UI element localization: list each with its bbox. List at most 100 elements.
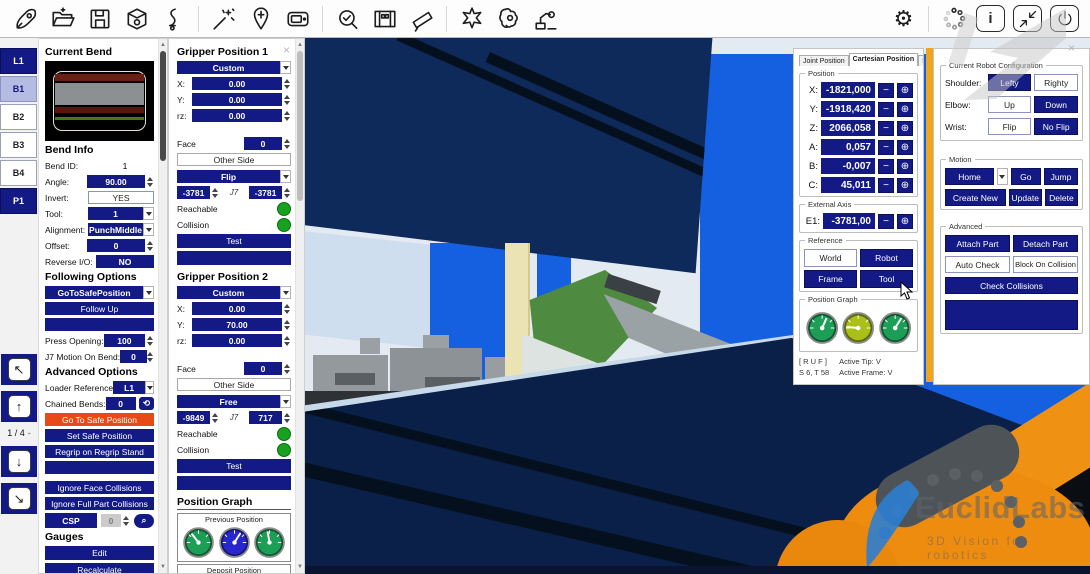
auto-check-button[interactable]: Auto Check bbox=[945, 256, 1010, 273]
gripper1-j7-min-field[interactable]: -3781 bbox=[177, 186, 210, 199]
reference-tool-button[interactable]: Tool bbox=[860, 270, 913, 288]
gripper2-face-field[interactable]: 0 bbox=[244, 362, 282, 375]
gripper1-face-field[interactable]: 0 bbox=[244, 137, 282, 150]
gauges-edit-button[interactable]: Edit bbox=[45, 546, 154, 560]
offset-field[interactable]: 0 bbox=[87, 239, 145, 252]
spinner-icon[interactable] bbox=[147, 350, 154, 363]
dropdown-arrow-icon[interactable] bbox=[280, 395, 291, 408]
tab-joint-position[interactable]: Joint Position bbox=[799, 55, 849, 66]
wrist-noflip-button[interactable]: No Flip bbox=[1034, 118, 1078, 135]
minus-icon[interactable]: − bbox=[878, 102, 894, 117]
nav-next-button[interactable]: ↓ bbox=[1, 446, 37, 477]
home-select[interactable]: Home bbox=[945, 168, 994, 185]
b-value-field[interactable]: -0,007 bbox=[821, 158, 875, 174]
unlabeled-button[interactable] bbox=[177, 251, 291, 265]
shoulder-lefty-button[interactable]: Lefty bbox=[988, 74, 1032, 91]
gripper1-x-field[interactable]: 0.00 bbox=[192, 77, 282, 90]
spinner-icon[interactable] bbox=[282, 93, 291, 106]
ignore-face-collisions-button[interactable]: Ignore Face Collisions bbox=[45, 481, 154, 494]
film-strip-icon[interactable] bbox=[367, 3, 402, 35]
minus-icon[interactable]: − bbox=[878, 121, 894, 136]
e1-value-field[interactable]: -3781,00 bbox=[823, 213, 875, 229]
tab-cartesian-position[interactable]: Cartesian Position bbox=[849, 53, 918, 66]
spinner-icon[interactable] bbox=[282, 411, 291, 424]
plus-icon[interactable]: ⊕ bbox=[897, 102, 913, 117]
z-value-field[interactable]: 2066,058 bbox=[821, 120, 875, 136]
delete-button[interactable]: Delete bbox=[1045, 189, 1078, 206]
gripper2-other-side-button[interactable]: Other Side bbox=[177, 378, 291, 391]
inspect-check-icon[interactable] bbox=[330, 3, 365, 35]
magnifier-icon[interactable]: ⌕ bbox=[134, 514, 154, 528]
spinner-icon[interactable] bbox=[282, 186, 291, 199]
magic-wand-icon[interactable] bbox=[206, 3, 241, 35]
create-new-button[interactable]: Create New bbox=[945, 189, 1006, 206]
plus-icon[interactable]: ⊕ bbox=[897, 159, 913, 174]
star-icon[interactable] bbox=[454, 3, 489, 35]
regrip-button[interactable]: Regrip on Regrip Stand bbox=[45, 445, 154, 458]
dropdown-arrow-icon[interactable] bbox=[145, 381, 154, 394]
close-icon[interactable]: × bbox=[283, 44, 290, 56]
plus-icon[interactable]: ⊕ bbox=[897, 83, 913, 98]
spinner-icon[interactable] bbox=[145, 334, 154, 347]
spinner-icon[interactable] bbox=[210, 411, 219, 424]
angle-field[interactable]: 90.00 bbox=[87, 175, 145, 188]
shoulder-righty-button[interactable]: Righty bbox=[1034, 74, 1078, 91]
power-icon[interactable] bbox=[1050, 5, 1079, 32]
dropdown-arrow-icon[interactable] bbox=[143, 207, 154, 220]
gripper1-y-field[interactable]: 0.00 bbox=[192, 93, 282, 106]
gripper2-free-select[interactable]: Free bbox=[177, 395, 280, 408]
x-value-field[interactable]: -1821,000 bbox=[821, 82, 875, 98]
spinner-icon[interactable] bbox=[145, 239, 154, 252]
a-value-field[interactable]: 0,057 bbox=[821, 139, 875, 155]
spinner-icon[interactable] bbox=[282, 137, 291, 150]
gripper2-mode-select[interactable]: Custom bbox=[177, 286, 280, 299]
unlabeled-button[interactable] bbox=[45, 461, 154, 474]
attach-part-button[interactable]: Attach Part bbox=[945, 235, 1010, 252]
csp-button[interactable]: CSP bbox=[45, 513, 97, 528]
gripper1-flip-select[interactable]: Flip bbox=[177, 170, 280, 183]
sidebar-tab-l1[interactable]: L1 bbox=[0, 48, 37, 74]
tool-select[interactable]: 1 bbox=[88, 207, 143, 220]
y-value-field[interactable]: -1918,420 bbox=[821, 101, 875, 117]
ai-brain-icon[interactable] bbox=[491, 3, 526, 35]
spinner-icon[interactable] bbox=[282, 334, 291, 347]
jump-button[interactable]: Jump bbox=[1044, 168, 1078, 185]
settings-gear-icon[interactable]: ⚙ bbox=[886, 3, 921, 35]
block-on-collision-button[interactable]: Block On Collision bbox=[1013, 256, 1078, 273]
sidebar-tab-b1[interactable]: B1 bbox=[0, 76, 37, 102]
invert-field[interactable]: YES bbox=[88, 191, 154, 204]
dropdown-arrow-icon[interactable] bbox=[280, 286, 291, 299]
ignore-full-part-collisions-button[interactable]: Ignore Full Part Collisions bbox=[45, 497, 154, 510]
plus-icon[interactable]: ⊕ bbox=[897, 214, 913, 229]
gripper1-mode-select[interactable]: Custom bbox=[177, 61, 280, 74]
location-pin-icon[interactable] bbox=[243, 3, 278, 35]
spinner-icon[interactable] bbox=[282, 318, 291, 331]
elbow-down-button[interactable]: Down bbox=[1034, 96, 1078, 113]
reference-frame-button[interactable]: Frame bbox=[804, 270, 857, 288]
gripper2-j7-min-field[interactable]: -9849 bbox=[177, 411, 210, 424]
spinner-icon[interactable] bbox=[145, 175, 154, 188]
wrist-flip-button[interactable]: Flip bbox=[988, 118, 1032, 135]
dropdown-arrow-icon[interactable] bbox=[997, 168, 1007, 185]
dropdown-arrow-icon[interactable] bbox=[143, 223, 154, 236]
dropdown-arrow-icon[interactable] bbox=[280, 170, 291, 183]
resize-icon[interactable] bbox=[1013, 5, 1042, 32]
gripper2-j7-max-field[interactable]: 717 bbox=[249, 411, 282, 424]
camera-view-icon[interactable] bbox=[280, 3, 315, 35]
plus-icon[interactable]: ⊕ bbox=[897, 178, 913, 193]
tab-setup[interactable]: Setup bbox=[918, 55, 924, 66]
sidebar-tab-b4[interactable]: B4 bbox=[0, 160, 37, 186]
goto-mode-select[interactable]: GoToSafePosition bbox=[45, 286, 143, 299]
minus-icon[interactable]: − bbox=[878, 178, 894, 193]
panel1-scrollbar[interactable]: ▲ ▼ bbox=[158, 39, 167, 573]
spinner-icon[interactable] bbox=[282, 77, 291, 90]
sidebar-tab-b2[interactable]: B2 bbox=[0, 104, 37, 130]
gauges-recalculate-button[interactable]: Recalculate bbox=[45, 563, 154, 574]
j7-motion-field[interactable]: 0 bbox=[120, 350, 147, 363]
open-project-icon[interactable] bbox=[45, 3, 80, 35]
spinner-icon[interactable] bbox=[210, 186, 219, 199]
nav-last-button[interactable]: ↘ bbox=[1, 483, 37, 514]
minus-icon[interactable]: − bbox=[878, 83, 894, 98]
dropdown-arrow-icon[interactable] bbox=[143, 286, 154, 299]
nav-first-button[interactable]: ↖ bbox=[1, 354, 37, 385]
